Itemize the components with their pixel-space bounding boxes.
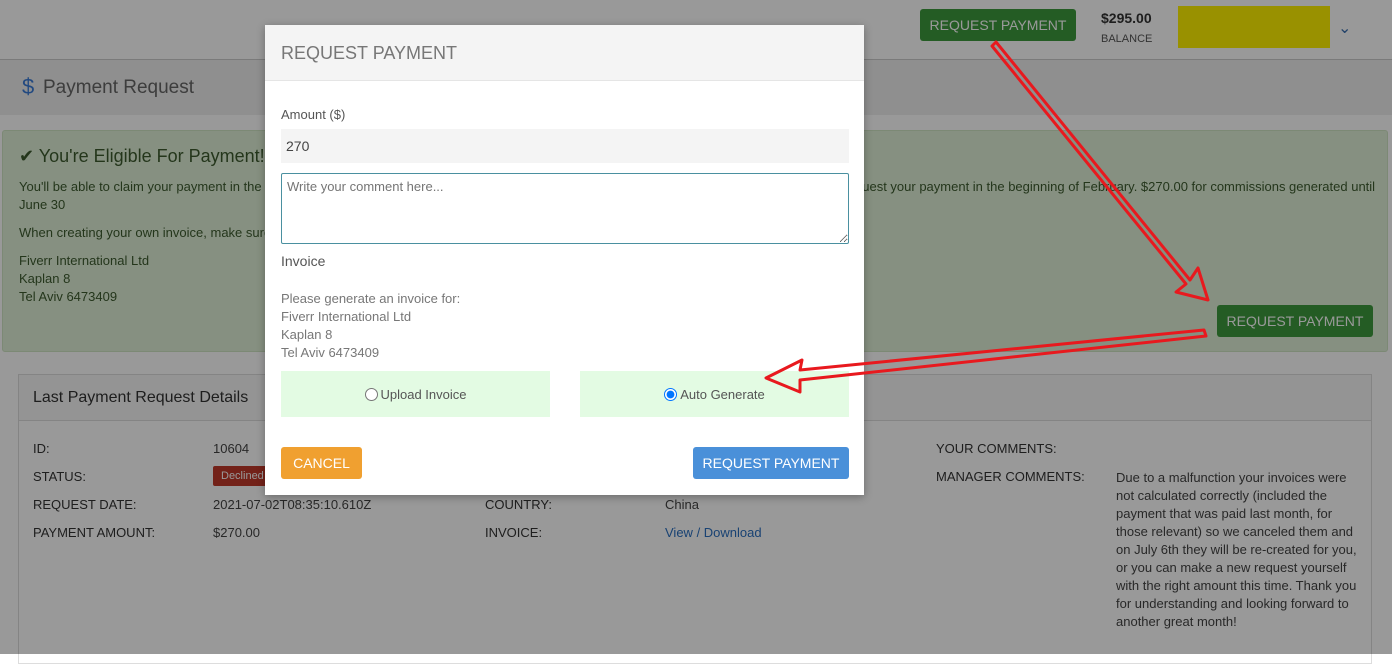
upload-invoice-label: Upload Invoice (380, 386, 467, 402)
auto-generate-option[interactable]: Auto Generate (580, 371, 849, 417)
amount-label: Amount ($) (281, 107, 346, 122)
invoice-note: Please generate an invoice for: Fiverr I… (281, 290, 460, 362)
modal-header: REQUEST PAYMENT (265, 25, 864, 81)
invoice-note-line: Tel Aviv 6473409 (281, 345, 380, 360)
invoice-note-line: Kaplan 8 (281, 327, 333, 342)
invoice-heading: Invoice (281, 253, 326, 269)
submit-request-payment-button[interactable]: REQUEST PAYMENT (693, 447, 849, 479)
amount-input[interactable] (281, 129, 849, 163)
invoice-note-line: Fiverr International Ltd (281, 309, 412, 324)
comment-textarea[interactable] (281, 173, 849, 244)
invoice-note-line: Please generate an invoice for: (281, 291, 461, 306)
auto-generate-label: Auto Generate (680, 386, 765, 402)
upload-invoice-radio[interactable] (364, 387, 378, 401)
modal-title: REQUEST PAYMENT (281, 43, 458, 63)
auto-generate-radio[interactable] (664, 387, 678, 401)
upload-invoice-option[interactable]: Upload Invoice (281, 371, 550, 417)
request-payment-modal: REQUEST PAYMENT Amount ($) Invoice Pleas… (265, 25, 864, 495)
cancel-button[interactable]: CANCEL (281, 447, 362, 479)
